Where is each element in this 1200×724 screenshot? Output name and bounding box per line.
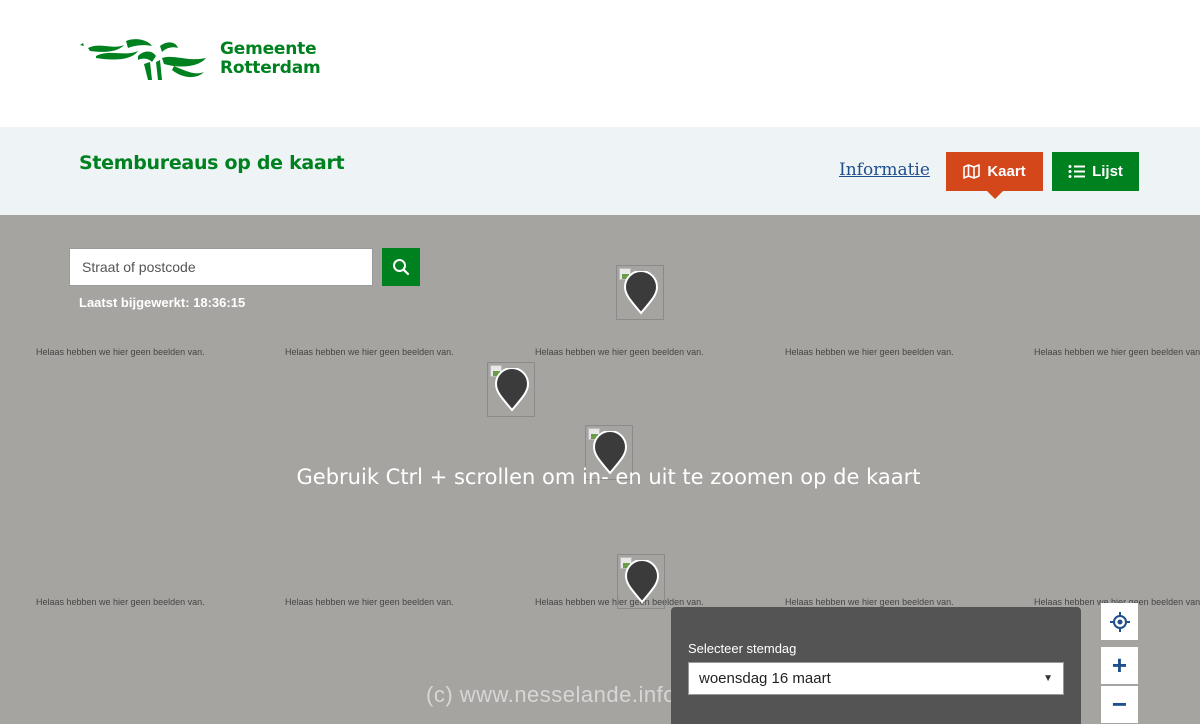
watermark-text: (c) www.nesselande.info (426, 682, 676, 707)
ctrl-scroll-hint: Gebruik Ctrl + scrollen om in- en uit te… (296, 465, 921, 489)
logo-line-1: Gemeente (220, 39, 317, 59)
search-icon (393, 259, 410, 276)
tile-message: Helaas hebben we hier geen beelden van. (36, 597, 205, 607)
map-icon (963, 164, 981, 179)
list-icon (1068, 165, 1086, 178)
voting-day-selected-value: woensdag 16 maart (699, 670, 831, 687)
zoom-in-button[interactable]: + (1101, 647, 1138, 684)
kaart-label: Kaart (987, 163, 1026, 180)
map-pin-icon (624, 560, 660, 604)
lijst-label: Lijst (1092, 163, 1123, 180)
voting-day-label: Selecteer stemdag (688, 641, 797, 656)
polling-station-marker[interactable] (617, 554, 665, 609)
map-canvas[interactable]: Helaas hebben we hier geen beelden van. … (0, 215, 1200, 724)
address-search-input[interactable] (69, 248, 373, 286)
logo-wordmark: Gemeente Rotterdam (220, 40, 321, 78)
search-button[interactable] (382, 248, 420, 286)
tile-message: Helaas hebben we hier geen beelden van. (1034, 347, 1200, 357)
polling-station-marker[interactable] (616, 265, 664, 320)
page-title: Stembureaus op de kaart (79, 152, 345, 174)
tile-message: Helaas hebben we hier geen beelden van. (285, 597, 454, 607)
polling-station-marker[interactable] (487, 362, 535, 417)
kaart-view-button[interactable]: Kaart (946, 152, 1043, 199)
logo-line-2: Rotterdam (220, 58, 321, 78)
zoom-out-button[interactable]: − (1101, 686, 1138, 723)
tile-message: Helaas hebben we hier geen beelden van. (535, 347, 704, 357)
informatie-link[interactable]: Informatie (839, 160, 930, 180)
map-pin-icon (494, 368, 530, 412)
rotterdam-logo[interactable]: Gemeente Rotterdam (78, 36, 321, 82)
map-pin-icon (623, 271, 659, 315)
tile-message: Helaas hebben we hier geen beelden van. (36, 347, 205, 357)
tile-message: Helaas hebben we hier geen beelden van. (285, 347, 454, 357)
caret-down-icon: ▼ (1043, 673, 1053, 684)
site-header: Gemeente Rotterdam (0, 0, 1200, 127)
tile-message: Helaas hebben we hier geen beelden van. (785, 597, 954, 607)
tile-message: Helaas hebben we hier geen beelden van. (785, 347, 954, 357)
page-subbar: Stembureaus op de kaart Informatie Kaart… (0, 127, 1200, 215)
rotterdam-lion-icon (80, 39, 206, 80)
voting-day-select[interactable]: woensdag 16 maart ▼ (688, 662, 1064, 695)
crosshair-icon (1109, 611, 1130, 632)
voting-day-panel: Selecteer stemdag woensdag 16 maart ▼ (671, 607, 1081, 724)
last-updated-text: Laatst bijgewerkt: 18:36:15 (79, 295, 246, 310)
lijst-view-button[interactable]: Lijst (1052, 152, 1139, 191)
locate-me-button[interactable] (1101, 603, 1138, 640)
